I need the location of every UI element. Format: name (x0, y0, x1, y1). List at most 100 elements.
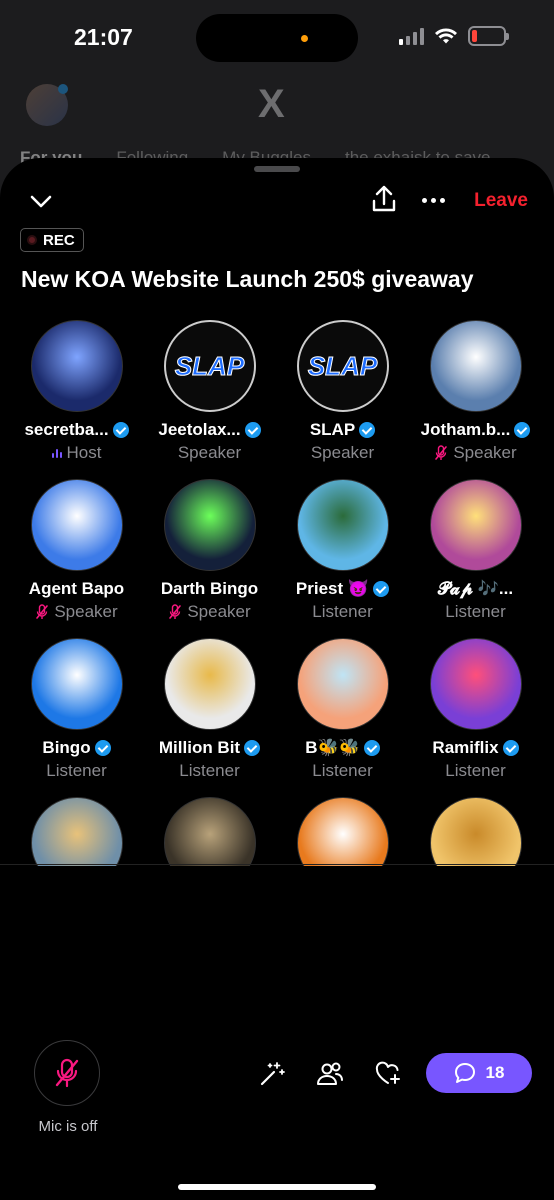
wifi-icon (435, 28, 457, 44)
avatar-logo-text: SLAP (174, 350, 245, 381)
participant-name-row: Agent Bapo (10, 579, 143, 599)
space-sheet: Leave REC New KOA Website Launch 250$ gi… (0, 158, 554, 1200)
participant-role-row: Listener (276, 602, 409, 622)
participant-name: 𝓟𝓪𝓹 🎶... (437, 579, 514, 598)
participant-role-row: Listener (409, 761, 542, 781)
recording-indicator-icon (301, 35, 308, 42)
participant-avatar[interactable] (163, 797, 256, 866)
participant-tile[interactable]: 𝓟𝓪𝓹 🎶... Listener (409, 479, 542, 638)
participant-role: Listener (312, 761, 373, 780)
participant-tile[interactable] (10, 797, 143, 866)
participant-name: Bingo (42, 738, 91, 757)
participant-role-row: Listener (10, 761, 143, 781)
participant-name-row: Jeetolax... (143, 420, 276, 440)
dynamic-island (196, 14, 358, 62)
participant-name-row: secretba... (10, 420, 143, 440)
participant-avatar[interactable] (30, 320, 123, 412)
participant-name-row: Ramiflix (409, 738, 542, 758)
participant-tile[interactable]: Ramiflix Listener (409, 638, 542, 797)
participant-role: Listener (445, 761, 506, 780)
participant-name: B🐝🐝 (305, 738, 360, 757)
chevron-down-icon[interactable] (28, 188, 54, 214)
participant-role: Speaker (310, 443, 375, 462)
heart-add-icon[interactable] (374, 1060, 402, 1088)
participant-role-row: Speaker (143, 443, 276, 463)
participant-tile[interactable]: secretba... Host (10, 320, 143, 479)
participant-role-row: Speaker (10, 602, 143, 622)
space-title: New KOA Website Launch 250$ giveaway (21, 266, 474, 292)
recording-badge: REC (20, 228, 84, 252)
participant-role-row: Listener (276, 761, 409, 781)
participant-avatar[interactable] (163, 638, 256, 730)
participant-name: Million Bit (158, 738, 241, 757)
participant-role: Host (66, 443, 102, 462)
participant-role: Listener (445, 602, 506, 621)
participant-tile[interactable]: Darth Bingo Speaker (143, 479, 276, 638)
participant-role: Listener (312, 602, 373, 621)
participant-tile[interactable]: Priest 😈 Listener (276, 479, 409, 638)
participant-name: SLAP (309, 420, 356, 439)
rec-dot-icon (27, 235, 37, 245)
participant-avatar[interactable] (30, 797, 123, 866)
participant-tile[interactable]: B🐝🐝 Listener (276, 638, 409, 797)
participant-role: Speaker (187, 602, 251, 621)
replies-button[interactable]: 18 (426, 1053, 532, 1093)
participant-tile[interactable]: Bingo Listener (10, 638, 143, 797)
participant-name: Priest 😈 (295, 579, 370, 598)
participant-role: Speaker (453, 443, 517, 462)
participant-avatar[interactable] (163, 479, 256, 571)
participant-avatar[interactable]: SLAP (296, 320, 389, 412)
participant-name: secretba... (24, 420, 109, 439)
leave-button[interactable]: Leave (474, 190, 528, 212)
verified-badge-icon (359, 422, 376, 438)
more-options-icon[interactable] (422, 186, 450, 214)
speaking-bars-icon (51, 448, 62, 458)
participant-tile[interactable]: Agent Bapo Speaker (10, 479, 143, 638)
verified-badge-icon (514, 422, 531, 438)
people-icon[interactable] (316, 1060, 344, 1088)
verified-badge-icon (244, 422, 261, 438)
avatar-logo-text: SLAP (307, 350, 378, 381)
participant-name: Jotham.b... (420, 420, 511, 439)
participant-name-row: Priest 😈 (276, 579, 409, 599)
comment-icon (454, 1063, 475, 1083)
home-indicator[interactable] (178, 1184, 376, 1190)
magic-wand-icon[interactable] (258, 1060, 286, 1088)
participant-name: Ramiflix (432, 738, 499, 757)
verified-badge-icon (502, 740, 519, 756)
participant-tile[interactable]: SLAP SLAP Speaker (276, 320, 409, 479)
participant-avatar[interactable] (296, 479, 389, 571)
cellular-signal-icon (399, 27, 424, 45)
participant-avatar[interactable] (429, 797, 522, 866)
notification-dot-icon (58, 84, 68, 94)
participant-tile[interactable] (409, 797, 542, 866)
participant-avatar[interactable] (296, 638, 389, 730)
verified-badge-icon (363, 740, 380, 756)
participant-tile[interactable] (143, 797, 276, 866)
rec-label: REC (43, 231, 75, 249)
participant-tile[interactable]: Million Bit Listener (143, 638, 276, 797)
participant-name-row: Jotham.b... (409, 420, 542, 440)
participant-avatar[interactable] (429, 479, 522, 571)
participant-role-row: Host (10, 443, 143, 463)
mic-off-icon (55, 1058, 79, 1088)
participant-avatar[interactable] (30, 479, 123, 571)
status-time: 21:07 (74, 24, 133, 50)
mic-off-icon (36, 604, 49, 619)
participant-tile[interactable]: Jotham.b... Speaker (409, 320, 542, 479)
participant-avatar[interactable] (296, 797, 389, 866)
participant-avatar[interactable] (429, 320, 522, 412)
divider (0, 864, 554, 865)
share-icon[interactable] (370, 184, 398, 214)
mic-toggle-button[interactable] (34, 1040, 100, 1106)
bottom-bar: Mic is off 18 (0, 1038, 554, 1158)
sheet-grabber[interactable] (254, 166, 300, 172)
participant-tile[interactable]: SLAP Jeetolax... Speaker (143, 320, 276, 479)
status-bar: 21:07 (0, 0, 554, 76)
participant-avatar[interactable] (429, 638, 522, 730)
participant-tile[interactable] (276, 797, 409, 866)
participant-role-row: Speaker (276, 443, 409, 463)
participant-name: Jeetolax... (158, 420, 241, 439)
participant-avatar[interactable] (30, 638, 123, 730)
participant-avatar[interactable]: SLAP (163, 320, 256, 412)
